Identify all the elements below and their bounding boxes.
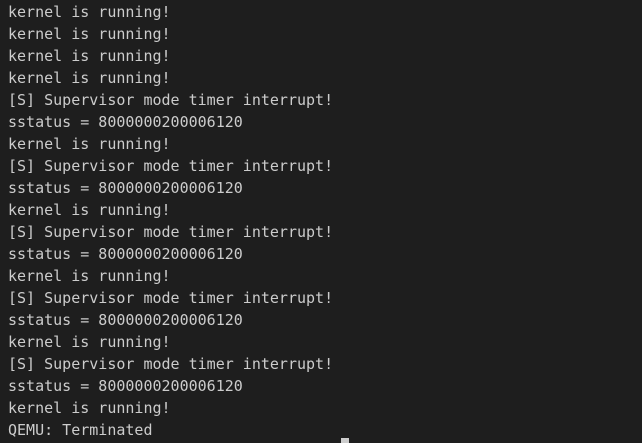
- terminal-line: kernel is running!: [8, 201, 171, 219]
- terminal-line: sstatus = 8000000200006120: [8, 245, 243, 263]
- terminal-line: kernel is running!: [8, 267, 171, 285]
- terminal-line: [S] Supervisor mode timer interrupt!: [8, 355, 334, 373]
- terminal-cursor: [341, 438, 349, 443]
- terminal-line: kernel is running!: [8, 333, 171, 351]
- terminal-line: [S] Supervisor mode timer interrupt!: [8, 157, 334, 175]
- terminal-line: kernel is running!: [8, 399, 171, 417]
- terminal-line: kernel is running!: [8, 47, 171, 65]
- terminal-line: sstatus = 8000000200006120: [8, 179, 243, 197]
- terminal-output: kernel is running! kernel is running! ke…: [8, 1, 333, 441]
- terminal-line: kernel is running!: [8, 69, 171, 87]
- terminal-line: sstatus = 8000000200006120: [8, 377, 243, 395]
- terminal-line: sstatus = 8000000200006120: [8, 113, 243, 131]
- terminal-line: [S] Supervisor mode timer interrupt!: [8, 91, 334, 109]
- terminal-line: sstatus = 8000000200006120: [8, 311, 243, 329]
- terminal-line: kernel is running!: [8, 3, 171, 21]
- terminal-line: [S] Supervisor mode timer interrupt!: [8, 289, 334, 307]
- terminal-line: QEMU: Terminated: [8, 421, 153, 439]
- terminal-panel[interactable]: kernel is running! kernel is running! ke…: [0, 0, 642, 443]
- terminal-line: [S] Supervisor mode timer interrupt!: [8, 223, 334, 241]
- terminal-line: kernel is running!: [8, 25, 171, 43]
- terminal-line: kernel is running!: [8, 135, 171, 153]
